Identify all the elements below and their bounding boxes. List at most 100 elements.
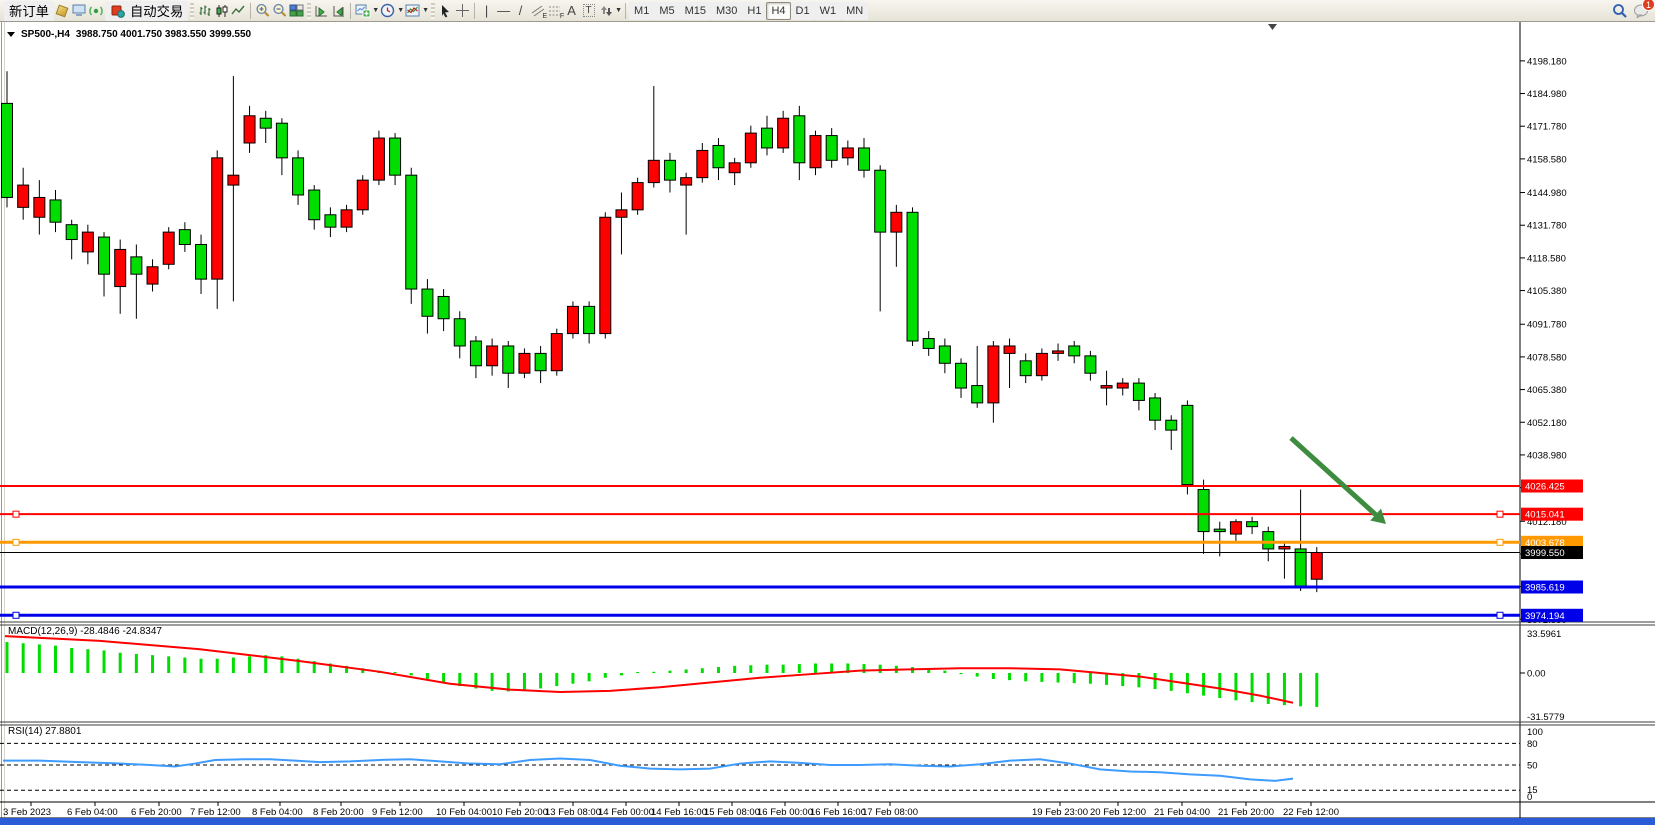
- line-chart-type-icon[interactable]: [230, 2, 247, 19]
- vertical-line-tool-icon[interactable]: |: [478, 2, 495, 19]
- svg-text:3974.194: 3974.194: [1525, 611, 1565, 622]
- svg-text:4038.980: 4038.980: [1527, 450, 1567, 461]
- label-tool-icon[interactable]: T: [580, 2, 597, 19]
- timeframe-button-h4[interactable]: H4: [766, 2, 790, 20]
- svg-text:0: 0: [1527, 792, 1532, 803]
- svg-text:80: 80: [1527, 739, 1538, 750]
- svg-text:14 Feb 00:00: 14 Feb 00:00: [598, 807, 654, 818]
- chart-ohlc-values: 3988.750 4001.750 3983.550 3999.550: [76, 29, 251, 40]
- timeframe-button-m1[interactable]: M1: [629, 2, 654, 20]
- svg-text:100: 100: [1527, 727, 1543, 738]
- tile-windows-icon[interactable]: [288, 2, 305, 19]
- svg-text:4158.580: 4158.580: [1527, 154, 1567, 165]
- svg-text:17 Feb 08:00: 17 Feb 08:00: [862, 807, 918, 818]
- price-badge-4026.425: 4026.425: [1521, 480, 1583, 493]
- svg-text:21 Feb 04:00: 21 Feb 04:00: [1154, 807, 1210, 818]
- timeframe-button-m15[interactable]: M15: [680, 2, 711, 20]
- svg-text:4078.580: 4078.580: [1527, 352, 1567, 363]
- svg-text:6 Feb 04:00: 6 Feb 04:00: [67, 807, 118, 818]
- timeframe-button-d1[interactable]: D1: [791, 2, 815, 20]
- timeframe-button-m5[interactable]: M5: [654, 2, 679, 20]
- svg-text:4144.980: 4144.980: [1527, 188, 1567, 199]
- svg-text:33.5961: 33.5961: [1527, 629, 1561, 640]
- terminal-icon[interactable]: [71, 2, 88, 19]
- svg-text:20 Feb 12:00: 20 Feb 12:00: [1090, 807, 1146, 818]
- arrows-dropdown-icon[interactable]: ▼: [615, 7, 622, 14]
- timeframe-group: M1M5M15M30H1H4D1W1MN: [629, 2, 868, 20]
- templates-icon[interactable]: [404, 2, 421, 19]
- search-icon[interactable]: [1611, 2, 1628, 19]
- svg-text:13 Feb 08:00: 13 Feb 08:00: [545, 807, 601, 818]
- svg-text:0.00: 0.00: [1527, 669, 1546, 680]
- svg-text:10 Feb 20:00: 10 Feb 20:00: [492, 807, 548, 818]
- svg-text:16 Feb 16:00: 16 Feb 16:00: [810, 807, 866, 818]
- svg-text:4091.780: 4091.780: [1527, 320, 1567, 331]
- svg-text:50: 50: [1527, 761, 1538, 772]
- trendline-tool-icon[interactable]: /: [512, 2, 529, 19]
- timeframe-button-h1[interactable]: H1: [742, 2, 766, 20]
- new-chart-icon[interactable]: [354, 2, 371, 19]
- svg-text:6 Feb 20:00: 6 Feb 20:00: [131, 807, 182, 818]
- notification-count-badge: 1: [1642, 0, 1655, 11]
- crosshair-icon[interactable]: [454, 2, 471, 19]
- svg-text:3 Feb 2023: 3 Feb 2023: [3, 807, 51, 818]
- new-order-button[interactable]: 新订单: [4, 1, 54, 21]
- cursor-icon[interactable]: [437, 2, 454, 19]
- fibonacci-tool-icon[interactable]: F: [546, 2, 563, 19]
- price-badge-3985.619: 3985.619: [1521, 581, 1583, 594]
- auto-trading-icon: [110, 2, 127, 19]
- svg-text:15 Feb 08:00: 15 Feb 08:00: [704, 807, 760, 818]
- svg-text:22 Feb 12:00: 22 Feb 12:00: [1283, 807, 1339, 818]
- bar-chart-type-icon[interactable]: [196, 2, 213, 19]
- window-bottom-border: [0, 818, 1655, 825]
- timeframe-button-m30[interactable]: M30: [711, 2, 742, 20]
- chart-shift-icon[interactable]: [313, 2, 330, 19]
- svg-text:4184.980: 4184.980: [1527, 89, 1567, 100]
- svg-text:14 Feb 16:00: 14 Feb 16:00: [651, 807, 707, 818]
- zoom-in-icon[interactable]: [254, 2, 271, 19]
- horizontal-line-tool-icon[interactable]: —: [495, 2, 512, 19]
- auto-scroll-icon[interactable]: [330, 2, 347, 19]
- gold-seal-icon[interactable]: [54, 2, 71, 19]
- svg-text:4118.580: 4118.580: [1527, 253, 1566, 264]
- rsi-indicator-label: RSI(14) 27.8801: [8, 726, 81, 737]
- chart-symbol-period: SP500-,H4: [21, 29, 70, 40]
- svg-text:10 Feb 04:00: 10 Feb 04:00: [436, 807, 492, 818]
- templates-dropdown-icon[interactable]: ▼: [422, 7, 429, 14]
- svg-text:7 Feb 12:00: 7 Feb 12:00: [190, 807, 241, 818]
- channel-tool-icon[interactable]: E: [529, 2, 546, 19]
- mt4-terminal-window: 新订单 自动交易: [0, 0, 1655, 825]
- signal-icon[interactable]: [88, 2, 105, 19]
- text-tool-icon[interactable]: A: [563, 2, 580, 19]
- price-badge-4015.041: 4015.041: [1521, 508, 1583, 521]
- chart-header: SP500-,H4 3988.750 4001.750 3983.550 399…: [7, 29, 251, 40]
- svg-text:4026.425: 4026.425: [1525, 482, 1565, 493]
- main-toolbar: 新订单 自动交易: [0, 0, 1655, 22]
- timeframe-button-w1[interactable]: W1: [815, 2, 842, 20]
- svg-text:3985.619: 3985.619: [1525, 583, 1565, 594]
- svg-text:4052.180: 4052.180: [1527, 418, 1567, 429]
- svg-text:4198.180: 4198.180: [1527, 56, 1567, 67]
- arrows-tool-icon[interactable]: [597, 2, 614, 19]
- chart-canvas[interactable]: 4198.180 4184.980 4171.780 4158.580 4144.980…: [0, 22, 1655, 825]
- timeframe-button-mn[interactable]: MN: [841, 2, 868, 20]
- chart-window[interactable]: 4198.180 4184.980 4171.780 4158.580 4144.980…: [0, 22, 1655, 825]
- svg-text:8 Feb 04:00: 8 Feb 04:00: [252, 807, 303, 818]
- svg-text:-31.5779: -31.5779: [1527, 712, 1565, 723]
- svg-text:4171.780: 4171.780: [1527, 122, 1567, 133]
- collapse-chart-icon[interactable]: [7, 32, 15, 37]
- svg-text:9 Feb 12:00: 9 Feb 12:00: [372, 807, 423, 818]
- svg-text:4105.380: 4105.380: [1527, 286, 1567, 297]
- svg-text:4015.041: 4015.041: [1525, 510, 1565, 521]
- periods-dropdown-icon[interactable]: ▼: [397, 7, 404, 14]
- svg-text:4131.780: 4131.780: [1527, 221, 1567, 232]
- zoom-out-icon[interactable]: [271, 2, 288, 19]
- new-chart-dropdown-icon[interactable]: ▼: [372, 7, 379, 14]
- candlestick-chart-type-icon[interactable]: [213, 2, 230, 19]
- auto-trading-button[interactable]: 自动交易: [105, 1, 188, 21]
- svg-text:4065.380: 4065.380: [1527, 385, 1567, 396]
- periods-clock-icon[interactable]: [379, 2, 396, 19]
- notifications-icon[interactable]: 1: [1632, 2, 1649, 19]
- macd-indicator-label: MACD(12,26,9) -28.4846 -24.8347: [8, 626, 162, 637]
- svg-text:19 Feb 23:00: 19 Feb 23:00: [1032, 807, 1088, 818]
